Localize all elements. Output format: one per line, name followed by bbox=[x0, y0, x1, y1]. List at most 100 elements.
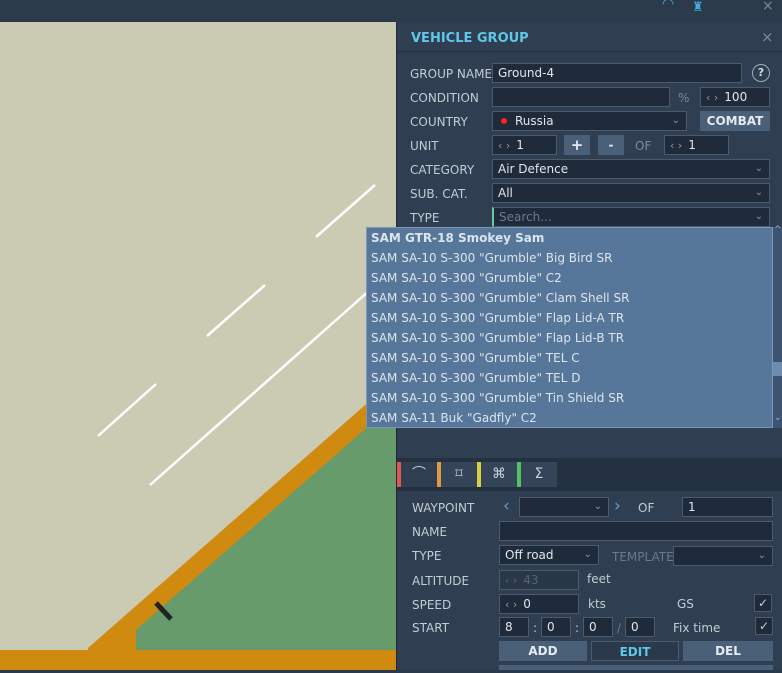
type-search-input[interactable]: Search... ⌄ bbox=[492, 207, 770, 227]
chevron-down-icon: ⌄ bbox=[754, 163, 763, 174]
chevron-down-icon: ⌄ bbox=[757, 550, 766, 561]
speed-unit: kts bbox=[588, 597, 606, 611]
waypoint-of-label: OF bbox=[638, 501, 655, 515]
add-unit-button[interactable]: + bbox=[564, 135, 590, 155]
type-option[interactable]: SAM SA-10 S-300 "Grumble" Big Bird SR bbox=[367, 248, 772, 268]
type-option[interactable]: SAM SA-10 S-300 "Grumble" TEL D bbox=[367, 368, 772, 388]
of-label: OF bbox=[635, 139, 652, 153]
subcat-value: All bbox=[498, 186, 513, 200]
panel-spacer bbox=[397, 428, 782, 458]
prev-waypoint-icon[interactable]: ‹ bbox=[503, 496, 510, 516]
speed-label: SPEED bbox=[412, 598, 452, 612]
start-hours[interactable]: 8 bbox=[499, 617, 529, 637]
gs-label: GS bbox=[677, 597, 694, 611]
country-label: COUNTRY bbox=[410, 115, 468, 129]
speed-value: 0 bbox=[523, 597, 531, 611]
condition-value: 100 bbox=[724, 90, 748, 104]
tab-route[interactable]: ⌒ bbox=[401, 462, 437, 487]
unit-value: 1 bbox=[516, 138, 524, 152]
stepper-arrows-icon: ‹ › bbox=[505, 574, 518, 587]
summary-icon: Σ bbox=[534, 466, 544, 482]
fix-time-checkbox[interactable]: ✓ bbox=[755, 617, 773, 635]
wp-type-select[interactable]: Off road ⌄ bbox=[499, 545, 599, 565]
start-label: START bbox=[412, 621, 450, 635]
unit-total-stepper[interactable]: ‹ › 1 bbox=[664, 135, 729, 155]
remove-unit-button[interactable]: - bbox=[598, 135, 624, 155]
chevron-down-icon: ⌄ bbox=[754, 187, 763, 198]
help-button[interactable]: ? bbox=[752, 64, 770, 82]
waypoint-select[interactable]: ⌄ bbox=[519, 497, 609, 517]
group-name-input[interactable]: Ground-4 bbox=[492, 63, 742, 83]
type-dropdown-list[interactable]: SAM GTR-18 Smokey Sam SAM SA-10 S-300 "Gr… bbox=[366, 227, 773, 428]
type-option[interactable]: SAM GTR-18 Smokey Sam bbox=[367, 228, 772, 248]
dropdown-scrollbar[interactable]: ^ ⌄ bbox=[773, 225, 782, 428]
country-select[interactable]: Russia ⌄ bbox=[492, 111, 687, 131]
map-view[interactable] bbox=[0, 22, 396, 670]
add-waypoint-button[interactable]: ADD bbox=[499, 641, 587, 661]
combat-button[interactable]: COMBAT bbox=[700, 111, 770, 131]
type-option[interactable]: SAM SA-10 S-300 "Grumble" Flap Lid-A TR bbox=[367, 308, 772, 328]
type-option[interactable]: SAM SA-10 S-300 "Grumble" TEL C bbox=[367, 348, 772, 368]
chevron-down-icon: ⌄ bbox=[583, 549, 592, 560]
category-value: Air Defence bbox=[498, 162, 569, 176]
condition-stepper[interactable]: ‹ › 100 bbox=[700, 87, 770, 107]
tab-command[interactable]: ⌘ bbox=[481, 462, 517, 487]
unit-stepper[interactable]: ‹ › 1 bbox=[492, 135, 557, 155]
subcat-select[interactable]: All ⌄ bbox=[492, 183, 770, 203]
group-name-label: GROUP NAME bbox=[410, 67, 493, 81]
altitude-label: ALTITUDE bbox=[412, 574, 470, 588]
template-select[interactable]: ⌄ bbox=[673, 546, 773, 566]
edit-waypoint-button[interactable]: EDIT bbox=[591, 641, 679, 661]
country-flag-dot bbox=[501, 118, 507, 124]
stepper-arrows-icon[interactable]: ‹ › bbox=[706, 91, 718, 104]
tower-icon: ♜ bbox=[692, 0, 704, 15]
altitude-unit: feet bbox=[587, 572, 611, 586]
stepper-arrows-icon[interactable]: ‹ › bbox=[498, 139, 510, 152]
type-placeholder: Search... bbox=[499, 210, 552, 224]
stepper-arrows-icon[interactable]: ‹ › bbox=[505, 598, 517, 611]
start-seconds[interactable]: 0 bbox=[583, 617, 613, 637]
stepper-arrows-icon[interactable]: ‹ › bbox=[670, 139, 682, 152]
chevron-down-icon: ⌄ bbox=[593, 501, 602, 512]
command-icon: ⌘ bbox=[492, 466, 506, 482]
chevron-down-icon: ⌄ bbox=[754, 211, 763, 222]
scroll-down-icon[interactable]: ⌄ bbox=[774, 413, 782, 423]
top-bar: ◠ ♜ × bbox=[0, 0, 782, 22]
condition-label: CONDITION bbox=[410, 91, 479, 105]
start-day[interactable]: 0 bbox=[625, 617, 655, 637]
waypoint-total: 1 bbox=[682, 497, 773, 517]
next-waypoint-icon[interactable]: › bbox=[614, 496, 621, 516]
unit-total-value: 1 bbox=[688, 138, 696, 152]
scroll-up-icon[interactable]: ^ bbox=[774, 225, 782, 235]
start-minutes[interactable]: 0 bbox=[541, 617, 571, 637]
subcat-label: SUB. CAT. bbox=[410, 187, 468, 201]
type-option[interactable]: SAM SA-10 S-300 "Grumble" Clam Shell SR bbox=[367, 288, 772, 308]
wp-type-value: Off road bbox=[505, 548, 554, 562]
condition-input[interactable] bbox=[492, 87, 670, 107]
gs-checkbox[interactable]: ✓ bbox=[754, 594, 772, 612]
type-option[interactable]: SAM SA-10 S-300 "Grumble" Flap Lid-B TR bbox=[367, 328, 772, 348]
template-label: TEMPLATE bbox=[612, 550, 674, 564]
panel-title: VEHICLE GROUP bbox=[411, 31, 529, 46]
wp-name-input[interactable] bbox=[499, 521, 773, 541]
next-button-partial[interactable] bbox=[499, 665, 773, 670]
type-option[interactable]: SAM SA-10 S-300 "Grumble" Tin Shield SR bbox=[367, 388, 772, 408]
zone-fill bbox=[136, 402, 396, 655]
type-option[interactable]: SAM SA-11 Buk "Gadfly" C2 bbox=[367, 408, 772, 428]
wifi-icon: ◠ bbox=[662, 0, 675, 12]
category-select[interactable]: Air Defence ⌄ bbox=[492, 159, 770, 179]
category-label: CATEGORY bbox=[410, 163, 475, 177]
chevron-down-icon: ⌄ bbox=[671, 115, 680, 126]
tab-target[interactable]: ⌑ bbox=[441, 462, 477, 487]
wp-name-label: NAME bbox=[412, 525, 448, 539]
delete-waypoint-button[interactable]: DEL bbox=[683, 641, 773, 661]
unit-label: UNIT bbox=[410, 139, 439, 153]
tab-summary[interactable]: Σ bbox=[521, 462, 557, 487]
wp-type-label: TYPE bbox=[412, 549, 442, 563]
map-canvas bbox=[0, 184, 396, 670]
close-panel-icon[interactable]: × bbox=[761, 28, 774, 46]
type-option[interactable]: SAM SA-10 S-300 "Grumble" C2 bbox=[367, 268, 772, 288]
close-icon[interactable]: × bbox=[762, 0, 774, 14]
speed-stepper[interactable]: ‹ › 0 bbox=[499, 594, 579, 614]
scrollbar-thumb[interactable] bbox=[773, 362, 782, 376]
